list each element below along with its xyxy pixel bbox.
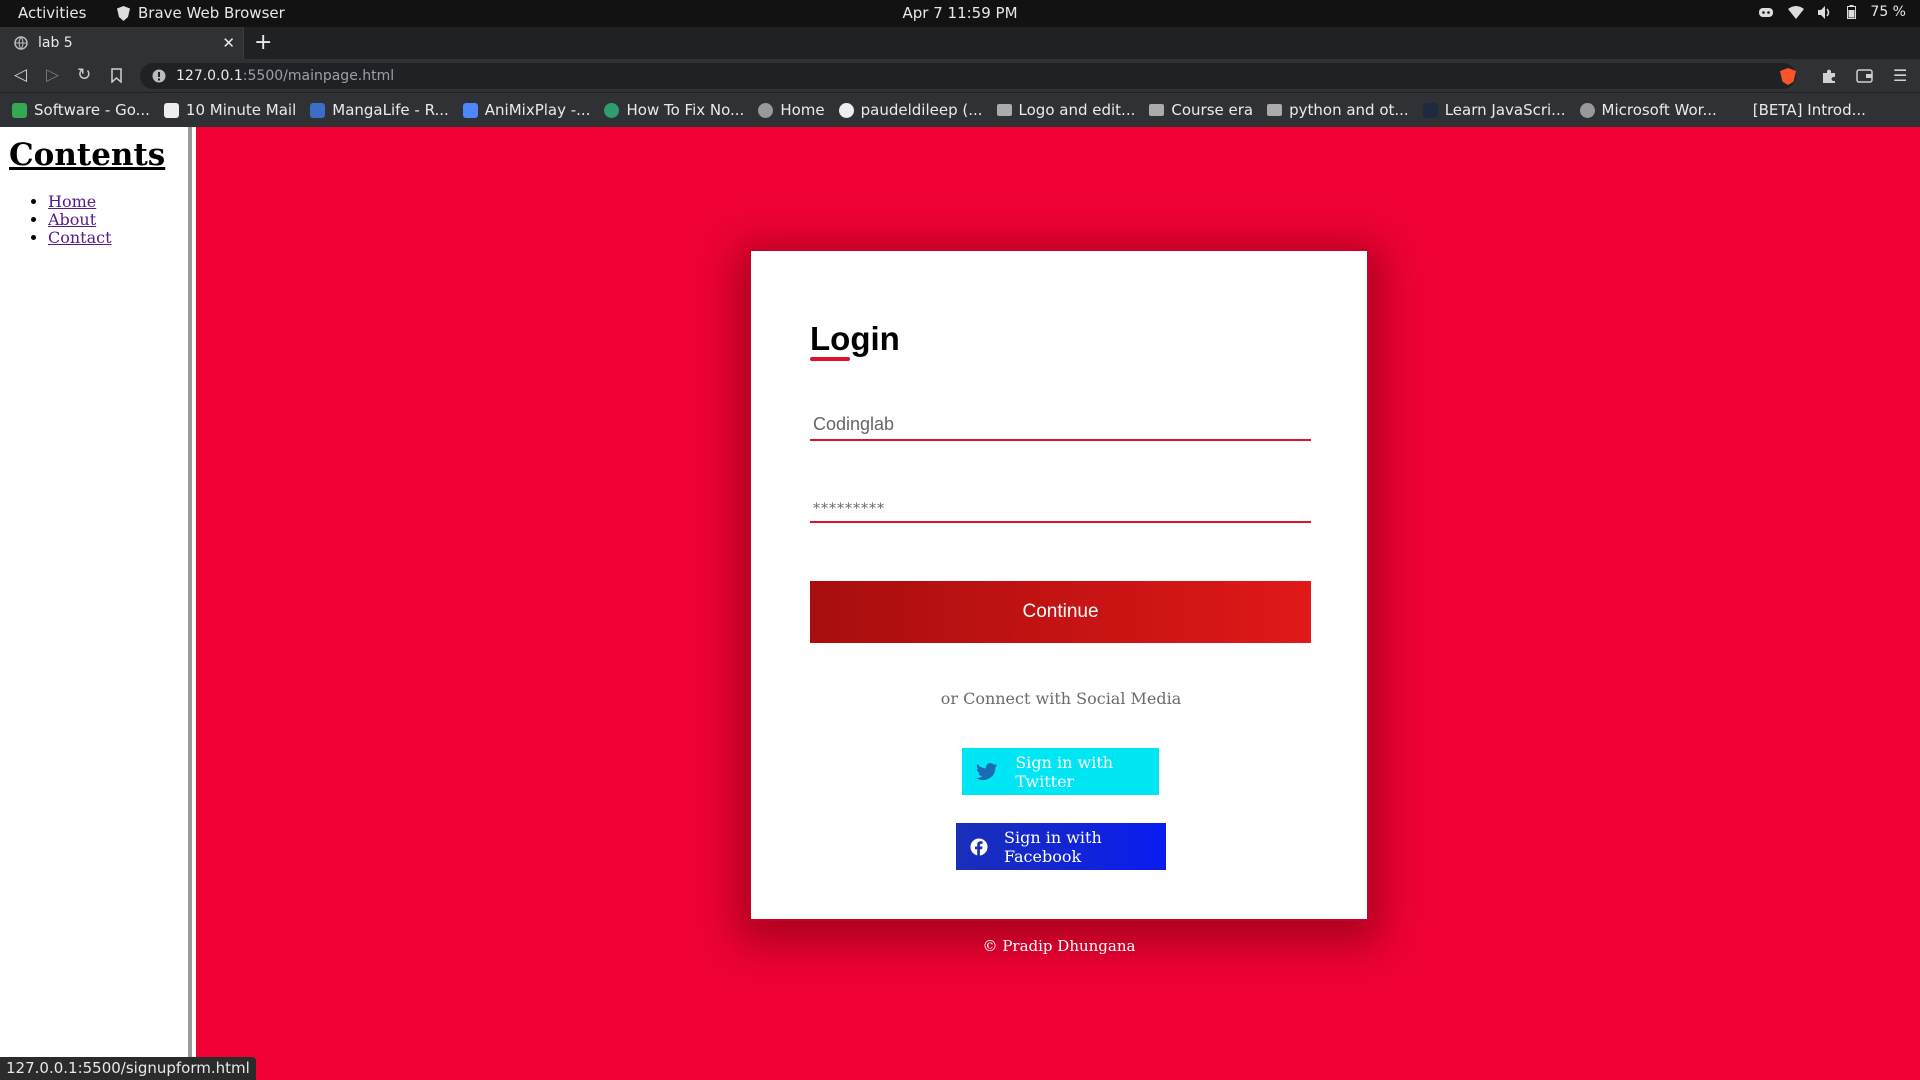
clock[interactable]: Apr 7 11:59 PM <box>902 4 1017 22</box>
bookmark-item[interactable]: Learn JavaScri... <box>1422 101 1566 119</box>
password-placeholder: ********* <box>813 501 885 517</box>
folder-icon <box>996 104 1012 116</box>
home-link[interactable]: Home <box>48 192 96 211</box>
password-field[interactable]: ********* <box>810 483 1311 523</box>
close-tab-icon[interactable]: ✕ <box>222 34 235 52</box>
globe-icon <box>1579 102 1595 118</box>
sidebar-links: Home About Contact <box>48 193 112 247</box>
tab-strip: lab 5 ✕ + <box>0 27 1920 59</box>
twitter-signin-button[interactable]: Sign in with Twitter <box>962 748 1159 795</box>
wifi-icon <box>1788 5 1805 19</box>
forward-icon[interactable]: ▷ <box>46 65 59 85</box>
sidebar-item-about: About <box>48 211 112 229</box>
contact-link[interactable]: Contact <box>48 228 112 247</box>
bookmark-item[interactable]: Microsoft Wor... <box>1579 101 1717 119</box>
wallet-icon[interactable] <box>1856 69 1873 83</box>
continue-button[interactable]: Continue <box>810 581 1311 643</box>
main-area: Login Codinglab ********* Continue or Co… <box>196 127 1920 1080</box>
bookmark-item[interactable]: Software - Go... <box>12 101 150 119</box>
facebook-icon <box>970 837 988 856</box>
bookmark-folder[interactable]: Course era <box>1149 101 1253 119</box>
brave-logo-icon <box>117 5 130 21</box>
system-top-bar: Activities Brave Web Browser Apr 7 11:59… <box>0 0 1920 27</box>
bookmark-item[interactable]: [BETA] Introd... <box>1730 101 1866 119</box>
username-placeholder: Codinglab <box>813 414 895 434</box>
howto-icon <box>604 102 620 118</box>
animixplay-icon <box>462 102 478 118</box>
blank-icon <box>1730 102 1746 118</box>
github-icon <box>838 102 854 118</box>
login-card: Login Codinglab ********* Continue or Co… <box>749 249 1369 921</box>
twitter-icon <box>976 762 998 780</box>
globe-icon <box>758 102 774 118</box>
sidebar-item-contact: Contact <box>48 229 112 247</box>
learn-javascript-icon <box>1422 102 1438 118</box>
info-icon[interactable] <box>152 69 166 83</box>
about-link[interactable]: About <box>48 210 96 229</box>
back-icon[interactable]: ◁ <box>14 65 27 85</box>
url-host: 127.0.0.1 <box>176 68 243 84</box>
facebook-label: Sign in with Facebook <box>1004 827 1102 866</box>
continue-label: Continue <box>1022 601 1099 622</box>
title-underline <box>810 357 850 361</box>
mangalife-icon <box>310 102 326 118</box>
app-menu[interactable]: Brave Web Browser <box>117 4 285 22</box>
login-title: Login <box>810 320 900 357</box>
copyright-text: © Pradip Dhungana <box>982 937 1136 955</box>
discord-icon <box>1759 7 1774 17</box>
twitter-label: Sign in with Twitter <box>1015 752 1114 791</box>
sidebar-item-home: Home <box>48 193 112 211</box>
bookmark-item[interactable]: Home <box>758 101 825 119</box>
battery-icon <box>1847 5 1857 19</box>
reload-icon[interactable]: ↻ <box>77 65 91 85</box>
globe-icon <box>14 36 28 50</box>
app-name-label: Brave Web Browser <box>138 4 285 22</box>
bookmark-item[interactable]: 10 Minute Mail <box>163 101 296 119</box>
address-bar[interactable]: 127.0.0.1:5500/mainpage.html <box>140 63 1796 89</box>
ten-minute-mail-icon <box>163 102 179 118</box>
url-path: :5500/mainpage.html <box>242 68 395 84</box>
tab-lab5[interactable]: lab 5 ✕ <box>0 27 244 59</box>
battery-percent: 75 % <box>1870 4 1906 20</box>
activities-button[interactable]: Activities <box>18 4 86 22</box>
folder-icon <box>1267 104 1283 116</box>
tab-title: lab 5 <box>38 35 73 51</box>
navigation-bar: ◁ ▷ ↻ 127.0.0.1:5500/mainpage.html ☰ <box>0 59 1920 93</box>
bookmark-item[interactable]: MangaLife - R... <box>310 101 449 119</box>
bookmarks-bar: Software - Go... 10 Minute Mail MangaLif… <box>0 93 1920 127</box>
contents-sidebar: Contents Home About Contact <box>0 127 192 1080</box>
status-bar-url: 127.0.0.1:5500/signupform.html <box>0 1057 256 1080</box>
bookmark-icon[interactable] <box>111 68 122 83</box>
sidebar-title: Contents <box>9 137 166 173</box>
web-page: Contents Home About Contact Login Coding… <box>0 127 1920 1080</box>
bookmark-item[interactable]: paudeldileep (... <box>838 101 983 119</box>
bookmark-folder[interactable]: python and ot... <box>1267 101 1409 119</box>
new-tab-icon[interactable]: + <box>254 30 272 55</box>
volume-icon <box>1818 5 1830 19</box>
folder-icon <box>1149 104 1165 116</box>
social-divider-text: or Connect with Social Media <box>940 689 1182 708</box>
google-drive-icon <box>12 102 27 118</box>
system-tray[interactable]: 75 % <box>1758 4 1906 20</box>
extensions-icon[interactable] <box>1821 68 1837 84</box>
menu-icon[interactable]: ☰ <box>1893 66 1907 85</box>
bookmark-item[interactable]: How To Fix No... <box>604 101 744 119</box>
username-field[interactable]: Codinglab <box>810 401 1311 441</box>
facebook-signin-button[interactable]: Sign in with Facebook <box>956 823 1166 870</box>
bookmark-folder[interactable]: Logo and edit... <box>996 101 1135 119</box>
bookmark-item[interactable]: AniMixPlay -... <box>462 101 590 119</box>
